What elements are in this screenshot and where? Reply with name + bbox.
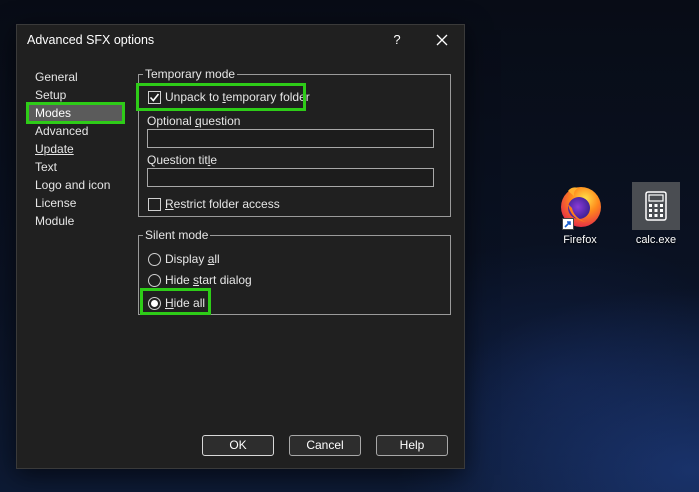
nav-item-update[interactable]: Update — [27, 140, 123, 158]
shortcut-arrow-icon — [562, 218, 574, 230]
restrict-folder-access-label: Restrict folder access — [165, 197, 280, 211]
nav-item-label: License — [35, 196, 77, 210]
help-button[interactable]: Help — [376, 435, 448, 456]
modes-highlight-box — [26, 102, 125, 124]
title-bar[interactable]: Advanced SFX options ? — [17, 25, 464, 55]
temporary-mode-legend: Temporary mode — [143, 67, 238, 81]
radio-circle — [148, 252, 161, 266]
radio-hide-start-dialog[interactable]: Hide start dialog — [148, 273, 252, 287]
optional-question-label: Optional question — [147, 114, 241, 128]
radio-display-all[interactable]: Display all — [148, 252, 220, 266]
unpack-highlight-box — [136, 83, 306, 111]
dialog-title: Advanced SFX options — [27, 33, 155, 47]
nav-item-label: Module — [35, 214, 75, 228]
desktop-icon-calc[interactable]: calc.exe — [627, 182, 685, 246]
nav-item-logo-and-icon[interactable]: Logo and icon — [27, 176, 123, 194]
ok-button[interactable]: OK — [202, 435, 274, 456]
nav-item-label: Logo and icon — [35, 178, 111, 192]
radio-label: Display all — [165, 252, 220, 266]
nav-item-text[interactable]: Text — [27, 158, 123, 176]
desktop-icon-label: Firefox — [563, 234, 597, 246]
desktop-icon-firefox[interactable]: Firefox — [551, 182, 609, 246]
nav-item-label: Advanced — [35, 124, 89, 138]
question-title-input[interactable] — [147, 168, 434, 187]
close-button[interactable] — [427, 25, 457, 55]
nav-item-label: Update — [35, 142, 74, 156]
radio-circle — [148, 273, 161, 287]
hide-all-highlight-box — [140, 288, 211, 315]
nav-item-module[interactable]: Module — [27, 212, 123, 230]
firefox-icon — [556, 182, 604, 230]
radio-label: Hide start dialog — [165, 273, 252, 287]
optional-question-input[interactable] — [147, 129, 434, 148]
desktop-icon-label: calc.exe — [635, 234, 677, 246]
nav-item-label: Text — [35, 160, 58, 174]
question-title-label: Question title — [147, 153, 218, 167]
restrict-folder-access-checkbox[interactable]: Restrict folder access — [148, 197, 280, 211]
nav-item-general[interactable]: General — [27, 68, 123, 86]
checkbox-box — [148, 197, 161, 211]
cancel-button[interactable]: Cancel — [289, 435, 361, 456]
nav-item-label: Setup — [35, 88, 67, 102]
nav-item-label: General — [35, 70, 78, 84]
nav-item-advanced[interactable]: Advanced — [27, 122, 123, 140]
calculator-icon — [632, 182, 680, 230]
silent-mode-legend: Silent mode — [143, 228, 211, 242]
help-title-button[interactable]: ? — [385, 25, 409, 55]
nav-item-license[interactable]: License — [27, 194, 123, 212]
close-icon — [436, 34, 448, 46]
